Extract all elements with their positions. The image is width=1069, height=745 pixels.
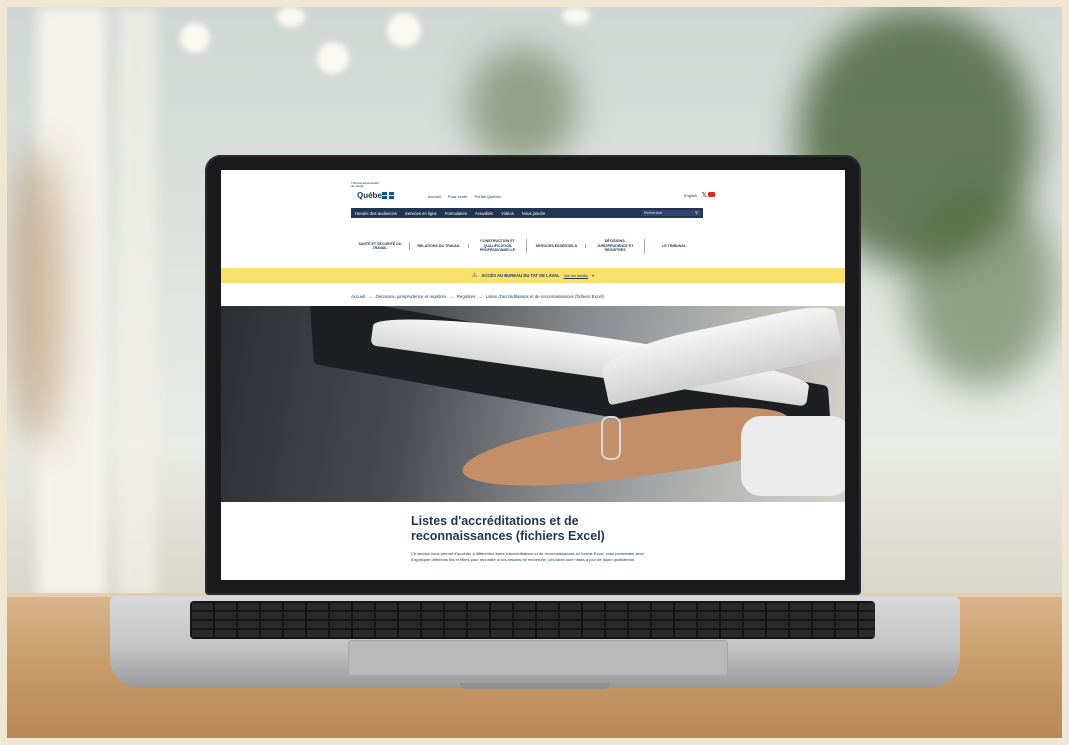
utility-nav: Horaire des audiences Services en ligne … <box>351 208 703 218</box>
ceiling-light <box>387 13 421 47</box>
arrow-right-icon: → <box>368 294 373 299</box>
website: Tribunal administratif du travail Québec… <box>221 170 845 580</box>
ceiling-light <box>562 7 590 25</box>
nav-videos[interactable]: Vidéos <box>497 211 518 216</box>
main-nav: SANTÉ ET SÉCURITÉ DU TRAVAIL RELATIONS D… <box>351 230 703 262</box>
breadcrumb-current: Listes d'accréditations et de reconnaiss… <box>485 294 604 299</box>
nav-nous-joindre[interactable]: Nous joindre <box>518 211 550 216</box>
breadcrumb-item[interactable]: Registres <box>457 294 476 299</box>
main-nav-services-essentiels[interactable]: SERVICES ESSENTIELS <box>527 243 587 249</box>
main-nav-decisions[interactable]: DÉCISIONS, JURISPRUDENCE ET REGISTRES <box>586 239 646 253</box>
main-nav-le-tribunal[interactable]: LE TRIBUNAL <box>645 244 703 248</box>
site-header: Tribunal administratif du travail Québec… <box>351 181 715 204</box>
intro-text: Ce service vous permet d'accéder à diffé… <box>411 551 644 563</box>
background-plant <box>467 47 577 167</box>
main-nav-sante-securite[interactable]: SANTÉ ET SÉCURITÉ DU TRAVAIL <box>351 241 410 251</box>
main-nav-construction[interactable]: CONSTRUCTION ET QUALIFICATION PROFESSION… <box>469 239 528 253</box>
alert-banner: ⚠ ACCÈS AU BUREAU DU TAT DE LAVAL Voir l… <box>221 268 845 283</box>
hero-image <box>221 306 845 502</box>
header-links: Accueil Pour écrire Portail Québec <box>428 194 501 199</box>
laptop-keyboard <box>190 601 875 639</box>
nav-horaire[interactable]: Horaire des audiences <box>351 211 401 216</box>
alert-details-link[interactable]: Voir les détails <box>564 274 588 278</box>
warning-icon: ⚠ <box>471 273 478 279</box>
background-wood <box>7 147 67 447</box>
search-input[interactable]: Rechercher ⚲ <box>641 210 701 216</box>
alert-message: ACCÈS AU BUREAU DU TAT DE LAVAL <box>481 273 560 278</box>
breadcrumb-item[interactable]: Accueil <box>351 294 365 299</box>
breadcrumb-item[interactable]: Décisions, jurisprudence et registres <box>376 294 447 299</box>
link-pour-ecrire[interactable]: Pour écrire <box>448 194 468 199</box>
youtube-icon[interactable] <box>708 192 715 197</box>
nav-services-en-ligne[interactable]: Services en ligne <box>401 211 441 216</box>
laptop-notch <box>460 683 610 689</box>
x-icon[interactable]: 𝕏 <box>701 191 707 199</box>
laptop-trackpad <box>348 640 728 676</box>
language-link[interactable]: English <box>684 193 697 198</box>
ceiling-light <box>180 23 210 53</box>
search-placeholder: Rechercher <box>644 210 663 215</box>
background-pillar <box>117 7 157 597</box>
main-nav-relations-travail[interactable]: RELATIONS DU TRAVAIL <box>410 243 469 249</box>
breadcrumb: Accueil → Décisions, jurisprudence et re… <box>351 294 604 299</box>
hero-sleeve <box>741 416 845 496</box>
page-title: Listes d'accréditations et de reconnaiss… <box>411 514 605 543</box>
nav-formulaires[interactable]: Formulaires <box>441 211 471 216</box>
chevron-down-icon[interactable]: ▾ <box>592 273 594 278</box>
ceiling-light <box>277 7 305 27</box>
link-accueil[interactable]: Accueil <box>428 194 441 199</box>
link-portail-quebec[interactable]: Portail Québec <box>474 194 500 199</box>
background-plant <box>907 187 1057 387</box>
logo-org-name: Tribunal administratif du travail <box>351 181 379 189</box>
laptop-screen: Tribunal administratif du travail Québec… <box>221 170 845 580</box>
quebec-flag-icon <box>382 192 394 199</box>
search-icon[interactable]: ⚲ <box>695 210 698 215</box>
ceiling-light <box>317 42 349 74</box>
arrow-right-icon: → <box>449 294 454 299</box>
arrow-right-icon: → <box>478 294 483 299</box>
nav-actualites[interactable]: Actualités <box>471 211 497 216</box>
quebec-logo[interactable]: Tribunal administratif du travail Québec <box>351 181 399 204</box>
hero-binder-ring <box>601 416 621 460</box>
